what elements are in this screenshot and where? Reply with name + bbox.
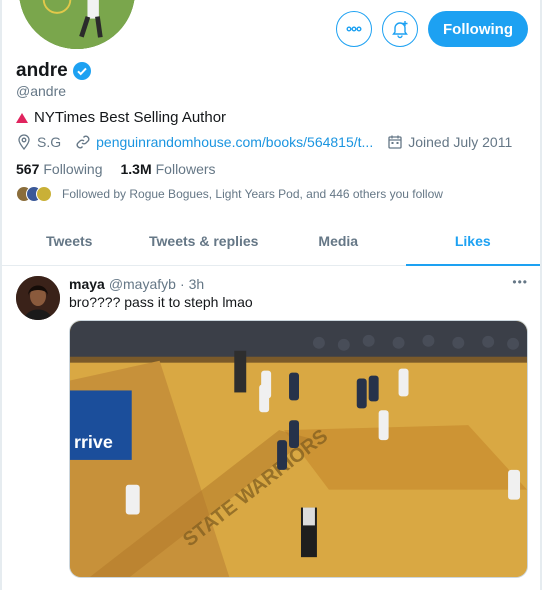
verified-badge-icon <box>72 62 91 80</box>
profile-handle: @andre <box>16 83 67 99</box>
profile-name-row: andre <box>16 60 92 82</box>
profile-meta: S.G penguinrandomhouse.com/books/564815/… <box>16 134 526 150</box>
following-count: 567 <box>16 161 40 177</box>
media-banner-text: rrive <box>74 432 113 452</box>
more-button[interactable] <box>336 11 373 47</box>
followers-count: 1.3M <box>120 161 152 177</box>
red-triangle-icon <box>16 112 28 123</box>
website-link[interactable]: penguinrandomhouse.com/books/564815/t... <box>96 134 373 150</box>
tweet-author-avatar[interactable] <box>16 276 60 320</box>
followed-by-avatars <box>16 186 52 202</box>
tab-likes[interactable]: Likes <box>405 216 541 266</box>
tweet-author-name[interactable]: maya <box>69 276 105 292</box>
followed-by-text: Followed by Rogue Bogues, Light Years Po… <box>62 187 443 201</box>
location: S.G <box>16 134 61 150</box>
joined-date: Joined July 2011 <box>387 134 512 150</box>
tweet-time[interactable]: 3h <box>189 276 205 292</box>
profile-bio: NYTimes Best Selling Author <box>16 109 226 126</box>
more-icon <box>346 26 362 32</box>
notifications-button[interactable] <box>382 11 419 47</box>
followers-label: Followers <box>155 161 216 177</box>
tab-tweets[interactable]: Tweets <box>2 216 137 265</box>
tweet-media-video[interactable]: rrive STATE WARRIORS <box>69 320 528 578</box>
tab-tweets-replies[interactable]: Tweets & replies <box>137 216 272 265</box>
tweet-separator: · <box>179 276 185 292</box>
link-icon <box>76 135 90 149</box>
calendar-icon <box>388 135 402 149</box>
website[interactable]: penguinrandomhouse.com/books/564815/t... <box>75 134 373 150</box>
tweet-header: maya @mayafyb · 3h <box>69 276 204 292</box>
profile-tabs: Tweets Tweets & replies Media Likes <box>2 216 540 266</box>
tab-media[interactable]: Media <box>271 216 406 265</box>
tweet[interactable]: maya @mayafyb · 3h ••• bro???? pass it t… <box>2 267 540 590</box>
following-stat[interactable]: 567 Following <box>16 161 103 177</box>
following-label: Following <box>43 161 103 177</box>
profile-avatar[interactable] <box>16 0 138 52</box>
followers-stat[interactable]: 1.3M Followers <box>121 161 216 177</box>
profile-actions: Following <box>336 11 528 47</box>
tweet-author-handle[interactable]: @mayafyb <box>109 276 176 292</box>
location-pin-icon <box>18 134 30 150</box>
profile-name: andre <box>16 60 68 81</box>
bio-text: NYTimes Best Selling Author <box>34 109 227 126</box>
followed-by[interactable]: Followed by Rogue Bogues, Light Years Po… <box>16 186 443 202</box>
tweet-text: bro???? pass it to steph lmao <box>69 294 253 310</box>
tweet-more-icon[interactable]: ••• <box>512 275 528 289</box>
location-text: S.G <box>37 134 62 150</box>
joined-text: Joined July 2011 <box>408 134 513 150</box>
profile-stats: 567 Following 1.3M Followers <box>16 161 216 177</box>
mini-avatar <box>36 186 52 202</box>
bell-plus-icon <box>392 21 408 39</box>
following-button[interactable]: Following <box>428 11 528 47</box>
